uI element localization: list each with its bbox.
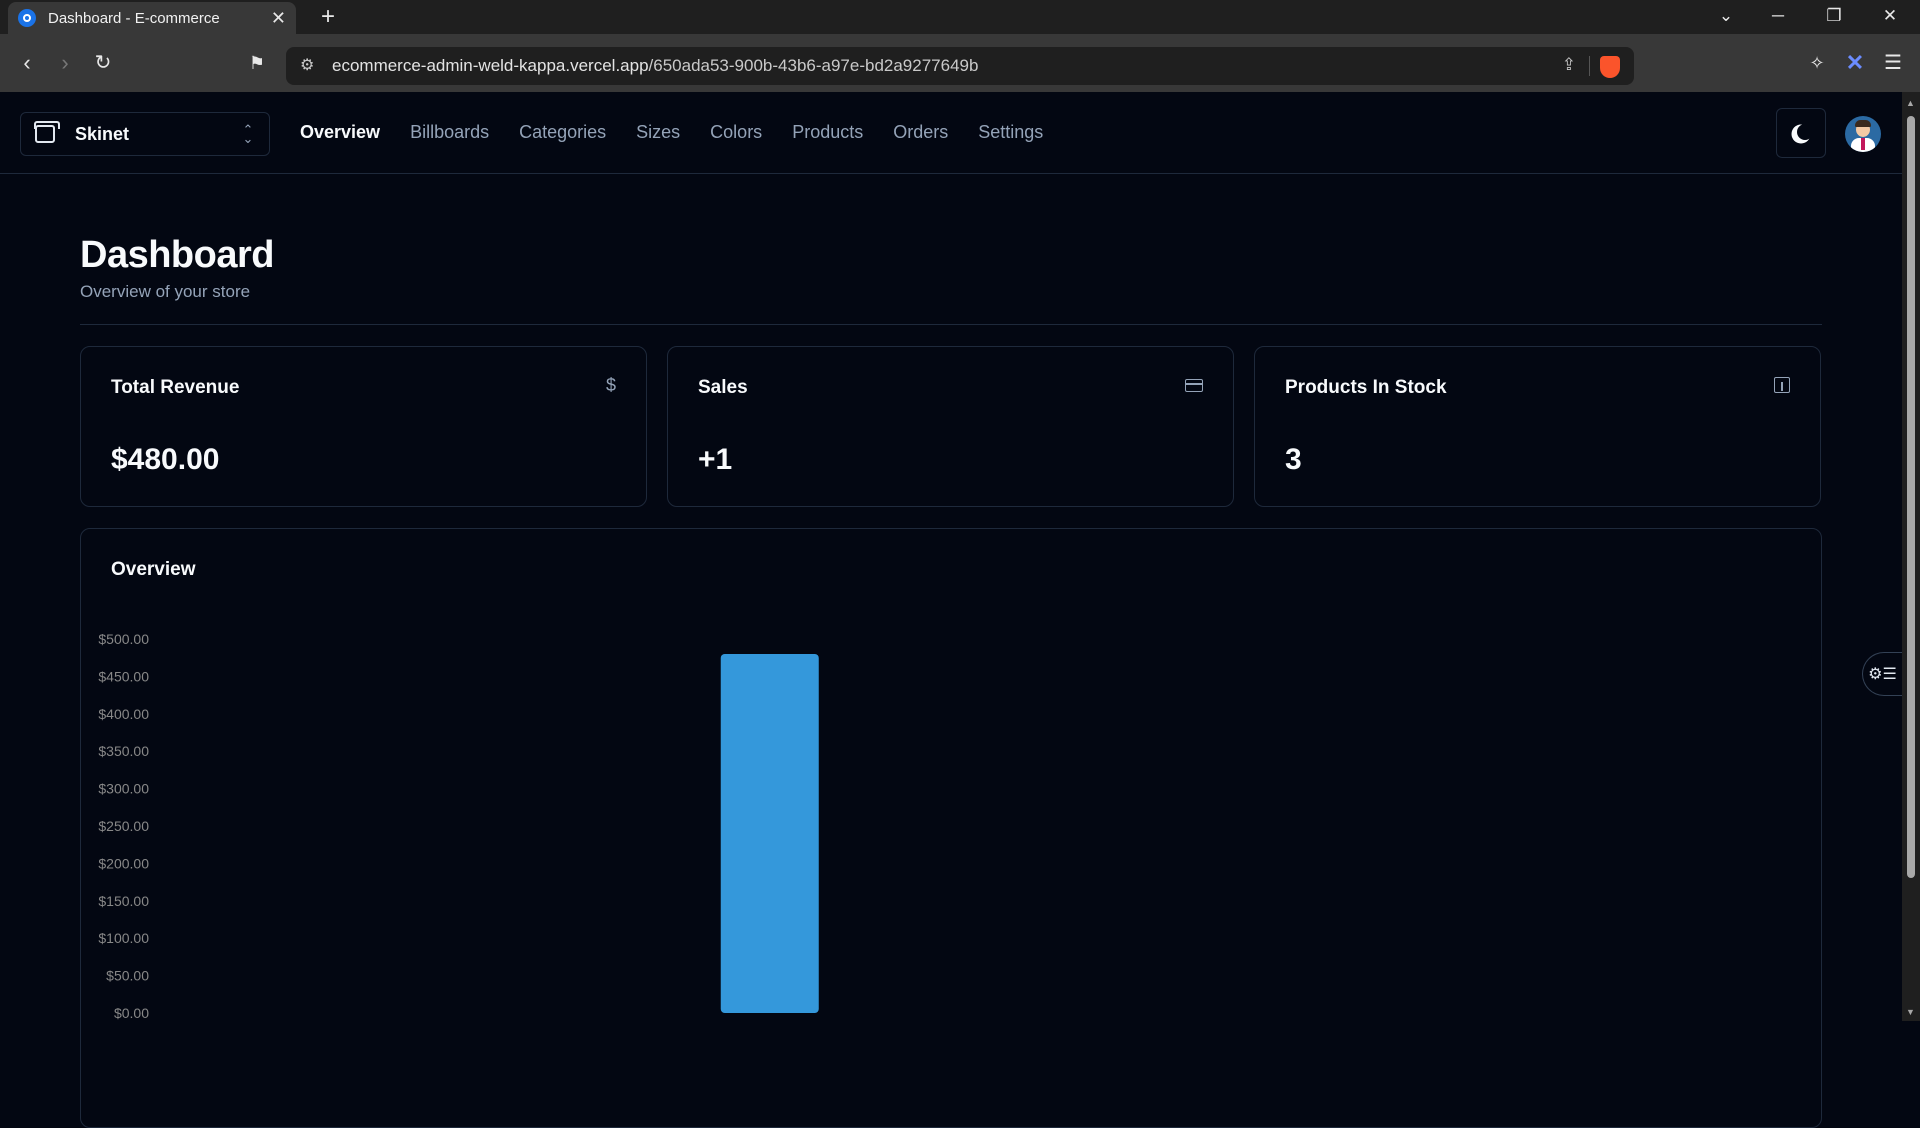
site-settings-icon[interactable]: ⚙ <box>300 55 314 75</box>
chart-bar[interactable] <box>720 653 819 1013</box>
package-icon <box>1774 375 1790 393</box>
overview-bar-chart: $0.00 $50.00 $100.00 $150.00 $200.00 $250.00 $… <box>98 631 819 1021</box>
brave-shield-icon[interactable] <box>1600 56 1620 78</box>
nav-link-products[interactable]: Products <box>792 122 863 143</box>
favicon-icon <box>18 9 36 27</box>
ai-sparkle-icon[interactable]: ✧ <box>1800 46 1834 80</box>
nav-link-overview[interactable]: Overview <box>300 122 380 143</box>
y-tick-label: $500.00 <box>98 631 149 647</box>
extension-icon[interactable]: ✕ <box>1838 46 1872 80</box>
bookmark-icon[interactable]: ⚑ <box>240 46 274 80</box>
forward-icon[interactable]: › <box>48 46 82 80</box>
separator <box>80 324 1822 325</box>
close-window-icon[interactable]: ✕ <box>1862 0 1918 34</box>
restore-icon[interactable]: ❐ <box>1806 0 1862 34</box>
nav-links: Overview Billboards Categories Sizes Col… <box>300 122 1043 143</box>
scroll-down-icon[interactable]: ▼ <box>1906 1007 1915 1017</box>
card-value: +1 <box>698 443 733 476</box>
chart-title: Overview <box>111 559 196 580</box>
nav-link-colors[interactable]: Colors <box>710 122 762 143</box>
total-revenue-card: Total Revenue $ $480.00 <box>80 346 647 507</box>
dollar-icon: $ <box>605 375 616 395</box>
moon-icon <box>1797 124 1813 140</box>
y-tick-label: $400.00 <box>98 706 149 722</box>
y-tick-label: $450.00 <box>98 668 149 684</box>
credit-card-icon <box>1185 375 1203 392</box>
nav-link-orders[interactable]: Orders <box>893 122 948 143</box>
store-switcher[interactable]: Skinet ⌃ ⌄ <box>20 112 270 156</box>
reload-icon[interactable]: ↻ <box>86 46 120 80</box>
page-title: Dashboard <box>80 234 274 276</box>
y-tick-label: $250.00 <box>98 818 149 834</box>
y-tick-label: $150.00 <box>98 893 149 909</box>
scroll-thumb[interactable] <box>1907 116 1915 878</box>
top-navigation: Skinet ⌃ ⌄ Overview Billboards Categories… <box>0 92 1902 174</box>
nav-link-categories[interactable]: Categories <box>519 122 606 143</box>
tab-search-icon[interactable]: ⌄ <box>1698 0 1754 34</box>
overview-chart-card: Overview $0.00 $50.00 $100.00 $150.00 $200.0… <box>80 528 1822 1128</box>
card-value: 3 <box>1285 443 1302 476</box>
y-tick-label: $50.00 <box>106 968 149 984</box>
url-text: ecommerce-admin-weld-kappa.vercel.app/65… <box>332 56 979 75</box>
address-bar[interactable]: ⚙ ecommerce-admin-weld-kappa.vercel.app/… <box>286 47 1634 85</box>
browser-tab[interactable]: Dashboard - E-commerce ✕ <box>8 2 296 34</box>
y-tick-label: $300.00 <box>98 781 149 797</box>
chevrons-up-down-icon: ⌃ ⌄ <box>242 122 254 146</box>
user-avatar[interactable] <box>1845 116 1881 152</box>
store-name: Skinet <box>75 123 130 144</box>
menu-icon[interactable]: ☰ <box>1876 46 1910 80</box>
back-icon[interactable]: ‹ <box>10 46 44 80</box>
browser-tab-bar: Dashboard - E-commerce ✕ + ⌄ ─ ❐ ✕ <box>0 0 1920 34</box>
share-icon[interactable]: ⇪ <box>1562 55 1576 75</box>
scroll-up-icon[interactable]: ▲ <box>1906 98 1915 108</box>
sales-card: Sales +1 <box>667 346 1234 507</box>
side-panel-toggle-icon[interactable]: ⚙☰ <box>1862 652 1902 696</box>
omnibox-divider <box>1589 56 1590 76</box>
app: Skinet ⌃ ⌄ Overview Billboards Categories… <box>0 92 1902 1128</box>
y-tick-label: $350.00 <box>98 743 149 759</box>
y-tick-label: $0.00 <box>114 1005 149 1021</box>
card-title: Products In Stock <box>1285 377 1447 398</box>
y-tick-label: $100.00 <box>98 930 149 946</box>
nav-link-settings[interactable]: Settings <box>978 122 1043 143</box>
store-icon <box>34 121 60 143</box>
card-title: Total Revenue <box>111 377 240 398</box>
tab-title: Dashboard - E-commerce <box>48 9 220 27</box>
minimize-icon[interactable]: ─ <box>1750 0 1806 34</box>
theme-toggle-button[interactable] <box>1776 108 1826 158</box>
card-title: Sales <box>698 377 748 398</box>
products-in-stock-card: Products In Stock 3 <box>1254 346 1821 507</box>
card-value: $480.00 <box>111 443 220 476</box>
tab-close-icon[interactable]: ✕ <box>271 8 286 29</box>
nav-link-billboards[interactable]: Billboards <box>410 122 489 143</box>
page-scrollbar[interactable]: ▲ ▼ <box>1902 92 1920 1021</box>
y-tick-label: $200.00 <box>98 855 149 871</box>
browser-toolbar: ‹ › ↻ ⚑ ⚙ ecommerce-admin-weld-kappa.ver… <box>0 34 1920 92</box>
page-subtitle: Overview of your store <box>80 282 251 301</box>
nav-link-sizes[interactable]: Sizes <box>636 122 680 143</box>
new-tab-icon[interactable]: + <box>312 2 344 34</box>
